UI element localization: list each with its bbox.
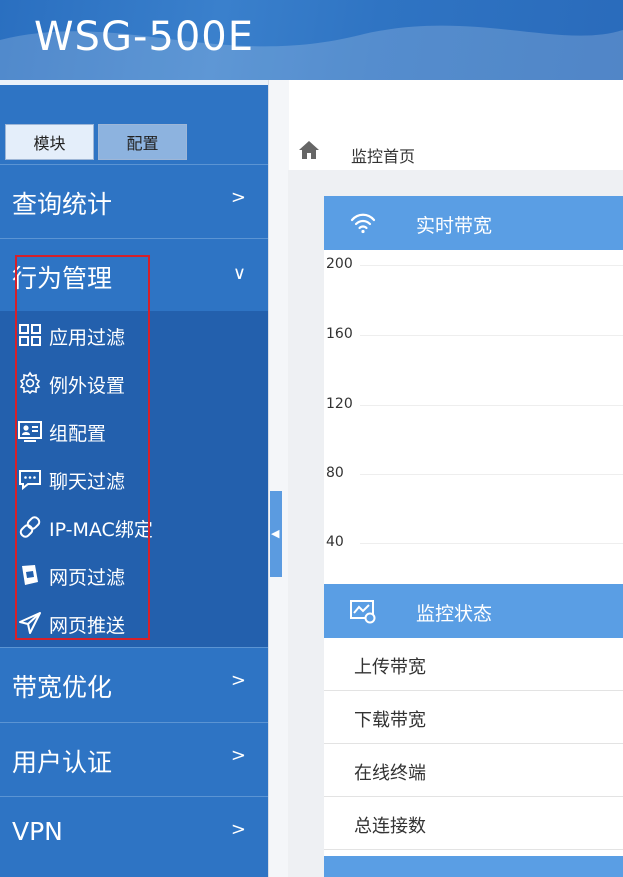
highlight-box <box>15 255 150 640</box>
status-row-connections: 总连接数 <box>324 797 623 850</box>
sidebar-gutter <box>268 80 289 877</box>
home-icon[interactable] <box>298 140 320 160</box>
menu-item-auth[interactable]: 用户认证 > <box>0 722 268 796</box>
card-header: 实时带宽 <box>324 196 623 250</box>
status-row-upload: 上传带宽 <box>324 638 623 691</box>
chart-gridline <box>360 405 623 406</box>
chevron-right-icon: > <box>230 670 246 691</box>
menu-item-query[interactable]: 查询统计 > <box>0 164 268 238</box>
status-label: 在线终端 <box>354 763 426 784</box>
status-label: 上传带宽 <box>354 657 426 678</box>
chevron-down-icon: ∨ <box>232 263 246 284</box>
chevron-left-icon: ◀ <box>271 527 280 540</box>
sidebar-top-stripe <box>0 80 268 85</box>
menu-item-label: 查询统计 <box>12 190 113 219</box>
wifi-icon <box>350 213 376 234</box>
menu-item-label: 用户认证 <box>12 748 113 777</box>
status-row-online: 在线终端 <box>324 744 623 797</box>
next-card-header <box>324 856 623 877</box>
menu-item-vpn[interactable]: VPN > <box>0 796 268 870</box>
chart-gridline <box>360 474 623 475</box>
tab-config[interactable]: 配置 <box>98 124 187 160</box>
status-label: 总连接数 <box>354 816 426 837</box>
chevron-right-icon: > <box>230 745 246 766</box>
collapse-sidebar-button[interactable]: ◀ <box>270 491 282 577</box>
app-header: WSG-500E <box>0 0 623 80</box>
chart-gridline <box>360 265 623 266</box>
chart-gridline <box>360 335 623 336</box>
chart-y-tick: 120 <box>326 396 353 412</box>
chart-y-tick: 80 <box>326 465 344 481</box>
card-title: 监控状态 <box>416 603 493 625</box>
card-header: 监控状态 <box>324 584 623 638</box>
menu-item-label: VPN <box>12 817 63 846</box>
menu-item-label: 带宽优化 <box>12 673 113 702</box>
tab-module[interactable]: 模块 <box>5 124 94 160</box>
chevron-right-icon: > <box>230 187 246 208</box>
chevron-right-icon: > <box>230 819 246 840</box>
breadcrumb-label[interactable]: 监控首页 <box>351 143 415 167</box>
app-title: WSG-500E <box>34 14 254 60</box>
card-title: 实时带宽 <box>416 215 493 237</box>
realtime-bandwidth-card: 实时带宽 <box>324 196 623 584</box>
status-row-download: 下载带宽 <box>324 691 623 744</box>
monitor-chart-icon <box>350 600 376 624</box>
breadcrumb: 监控首页 <box>288 130 623 170</box>
chart-y-tick: 160 <box>326 326 353 342</box>
status-label: 下载带宽 <box>354 710 426 731</box>
chart-y-tick: 200 <box>326 256 353 272</box>
chart-gridline <box>360 543 623 544</box>
chart-y-tick: 40 <box>326 534 344 550</box>
menu-item-bandwidth[interactable]: 带宽优化 > <box>0 647 268 721</box>
